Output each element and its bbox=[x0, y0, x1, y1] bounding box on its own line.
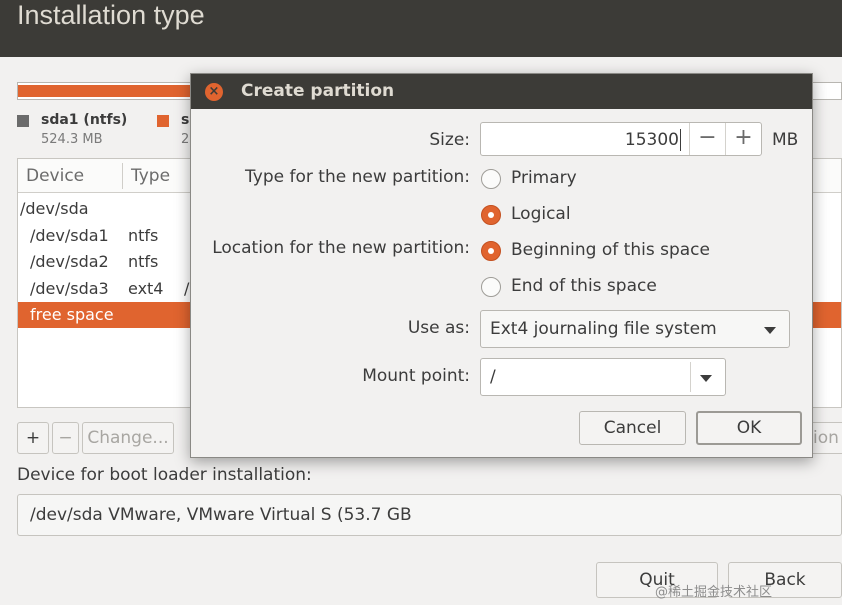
radio-end[interactable]: End of this space bbox=[481, 274, 721, 300]
row-device: /dev/sda1 bbox=[30, 226, 109, 245]
mount-point-label: Mount point: bbox=[362, 366, 470, 386]
chevron-down-icon bbox=[764, 327, 776, 334]
remove-partition-button[interactable]: − bbox=[52, 422, 79, 454]
radio-logical[interactable]: Logical bbox=[481, 202, 721, 228]
row-type: ext4 bbox=[128, 279, 164, 298]
column-device[interactable]: Device bbox=[26, 166, 84, 186]
change-partition-button[interactable]: Change... bbox=[82, 422, 174, 454]
window-title: Installation type bbox=[17, 0, 205, 30]
radio-label: Primary bbox=[511, 168, 577, 188]
use-as-select[interactable]: Ext4 journaling file system bbox=[480, 310, 790, 348]
legend-size: 2 bbox=[181, 132, 190, 147]
column-separator bbox=[122, 163, 123, 189]
legend-size: 524.3 MB bbox=[41, 132, 103, 147]
partition-type-label: Type for the new partition: bbox=[245, 167, 470, 187]
size-input[interactable]: 15300 − + bbox=[480, 122, 762, 156]
partition-location-label: Location for the new partition: bbox=[212, 238, 470, 258]
size-unit: MB bbox=[772, 130, 799, 150]
close-icon[interactable]: × bbox=[205, 83, 223, 101]
row-device: /dev/sda2 bbox=[30, 252, 109, 271]
radio-circle-selected bbox=[481, 241, 501, 261]
radio-circle bbox=[481, 169, 501, 189]
mount-point-value: / bbox=[490, 367, 496, 387]
row-mount: / bbox=[184, 279, 190, 298]
radio-label: End of this space bbox=[511, 276, 657, 296]
size-label: Size: bbox=[429, 130, 470, 150]
column-type[interactable]: Type bbox=[131, 166, 170, 186]
row-type: ntfs bbox=[128, 252, 159, 271]
radio-primary[interactable]: Primary bbox=[481, 166, 721, 192]
size-increment-button[interactable]: + bbox=[725, 123, 761, 155]
cancel-button[interactable]: Cancel bbox=[579, 411, 686, 445]
add-partition-button[interactable]: + bbox=[17, 422, 49, 454]
row-device: /dev/sda bbox=[20, 199, 89, 218]
row-device: free space bbox=[30, 305, 114, 324]
radio-circle-selected bbox=[481, 205, 501, 225]
mount-point-combo[interactable]: / bbox=[480, 358, 726, 396]
dialog-title: Create partition bbox=[241, 81, 395, 101]
radio-label: Logical bbox=[511, 204, 571, 224]
use-as-label: Use as: bbox=[407, 318, 470, 338]
legend-swatch bbox=[17, 115, 29, 127]
legend-name: sda1 (ntfs) bbox=[41, 112, 128, 128]
boot-loader-select[interactable]: /dev/sda VMware, VMware Virtual S (53.7 … bbox=[17, 494, 842, 536]
row-device: /dev/sda3 bbox=[30, 279, 109, 298]
radio-beginning[interactable]: Beginning of this space bbox=[481, 238, 721, 264]
window-title-bar: Installation type bbox=[0, 0, 842, 57]
use-as-value: Ext4 journaling file system bbox=[490, 319, 717, 339]
watermark-text: @稀土掘金技术社区 bbox=[655, 585, 773, 600]
dialog-title-bar: × Create partition bbox=[191, 74, 812, 109]
boot-loader-label: Device for boot loader installation: bbox=[17, 465, 312, 485]
ok-button[interactable]: OK bbox=[696, 411, 802, 445]
size-decrement-button[interactable]: − bbox=[689, 123, 725, 155]
size-value: 15300 bbox=[624, 130, 679, 150]
legend-name: s bbox=[181, 112, 190, 128]
row-type: ntfs bbox=[128, 226, 159, 245]
legend-swatch bbox=[157, 115, 169, 127]
radio-circle bbox=[481, 277, 501, 297]
radio-label: Beginning of this space bbox=[511, 240, 710, 260]
create-partition-dialog: × Create partition Size: 15300 − + MB Ty… bbox=[190, 73, 813, 458]
combo-separator bbox=[690, 362, 691, 392]
chevron-down-icon[interactable] bbox=[700, 375, 712, 382]
text-cursor bbox=[680, 129, 681, 151]
